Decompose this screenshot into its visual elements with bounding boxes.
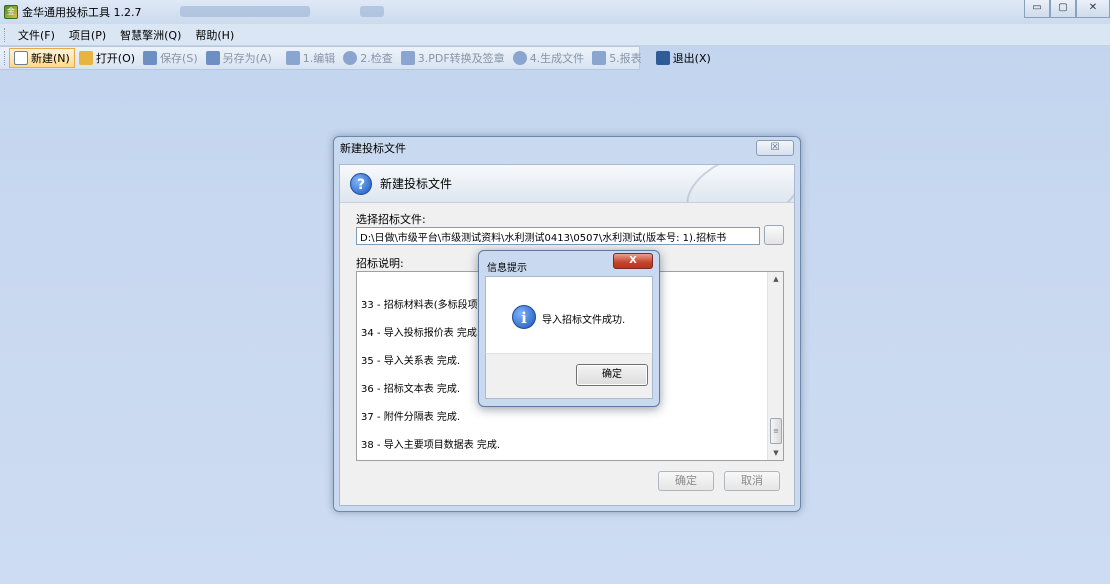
popup-body: i 导入招标文件成功. <box>485 276 653 353</box>
pdf-convert-icon <box>400 51 415 65</box>
dialog-close-button[interactable]: ☒ <box>756 140 794 156</box>
new-file-icon <box>14 51 28 65</box>
scroll-up-arrow-icon[interactable]: ▲ <box>768 272 783 286</box>
save-as-icon <box>205 51 220 65</box>
exit-button-label: 退出(X) <box>672 52 711 65</box>
select-file-label: 选择招标文件: <box>356 213 426 226</box>
log-line: 38 - 导入主要项目数据表 完成. <box>361 440 501 451</box>
save-as-button[interactable]: 另存为(A) <box>202 48 276 68</box>
log-line: 35 - 导入关系表 完成. <box>361 356 461 367</box>
exit-door-icon <box>655 51 670 65</box>
browse-button[interactable] <box>764 225 784 245</box>
decorative-swoosh <box>675 165 794 202</box>
dialog-cancel-button[interactable]: 取消 <box>724 471 780 491</box>
menu-help[interactable]: 帮助(H) <box>188 27 241 43</box>
generate-file-button[interactable]: 4.生成文件 <box>509 48 589 68</box>
save-button-label: 保存(S) <box>160 52 198 65</box>
save-disk-icon <box>143 51 158 65</box>
banner-title: 新建投标文件 <box>380 177 453 191</box>
window-titlebar: 金 金华通用投标工具 1.2.7 ▭ ▢ ✕ <box>0 0 1110 24</box>
bid-description-label: 招标说明: <box>356 257 404 270</box>
open-button-label: 打开(O) <box>95 52 136 65</box>
scroll-down-arrow-icon[interactable]: ▼ <box>768 446 783 460</box>
grip-handle[interactable] <box>4 27 7 42</box>
menu-smart[interactable]: 智慧擎洲(Q) <box>113 27 188 43</box>
check-button[interactable]: 2.检查 <box>339 48 397 68</box>
save-button[interactable]: 保存(S) <box>139 48 202 68</box>
check-magnifier-icon <box>343 51 358 65</box>
check-button-label: 2.检查 <box>360 52 393 65</box>
popup-close-button[interactable]: X <box>613 253 653 269</box>
grip-handle[interactable] <box>4 51 5 65</box>
log-line: 37 - 附件分隔表 完成. <box>361 412 461 423</box>
save-as-button-label: 另存为(A) <box>222 52 272 65</box>
info-message-box: 信息提示 X i 导入招标文件成功. 确定 <box>478 250 660 407</box>
popup-message: 导入招标文件成功. <box>542 315 626 326</box>
open-button[interactable]: 打开(O) <box>75 48 139 68</box>
dialog-titlebar: 新建投标文件 ☒ <box>334 137 800 159</box>
edit-pencil-icon <box>285 51 300 65</box>
blurred-area <box>360 6 384 17</box>
report-button[interactable]: 5.报表 <box>588 48 646 68</box>
log-line: 36 - 招标文本表 完成. <box>361 384 461 395</box>
log-line: 34 - 导入投标报价表 完成. <box>361 328 481 339</box>
app-logo-icon: 金 <box>4 5 18 19</box>
info-icon: i <box>512 305 536 329</box>
dialog-ok-button[interactable]: 确定 <box>658 471 714 491</box>
edit-button-label: 1.编辑 <box>302 52 336 65</box>
printer-icon <box>592 51 607 65</box>
folder-open-icon <box>78 51 93 65</box>
toolbar: 新建(N) 打开(O) 保存(S) 另存为(A) 1.编辑 2.检查 3.PDF… <box>0 46 711 70</box>
maximize-button[interactable]: ▢ <box>1050 0 1076 18</box>
log-line: 33 - 招标材料表(多标段项目 <box>361 300 488 311</box>
new-button-label: 新建(N) <box>31 52 70 65</box>
bid-file-path-input[interactable] <box>356 227 760 245</box>
new-button[interactable]: 新建(N) <box>9 48 75 68</box>
menu-file[interactable]: 文件(F) <box>11 27 62 43</box>
exit-button[interactable]: 退出(X) <box>652 48 715 68</box>
pdf-sign-button[interactable]: 3.PDF转换及签章 <box>397 48 509 68</box>
generate-icon <box>512 51 527 65</box>
pdf-sign-button-label: 3.PDF转换及签章 <box>417 52 505 65</box>
menu-project[interactable]: 项目(P) <box>62 27 113 43</box>
popup-footer: 确定 <box>485 353 653 399</box>
window-title: 金华通用投标工具 1.2.7 <box>22 6 142 19</box>
menu-bar: 文件(F) 项目(P) 智慧擎洲(Q) 帮助(H) <box>0 24 1110 46</box>
question-icon: ? <box>350 172 372 195</box>
generate-button-label: 4.生成文件 <box>529 52 585 65</box>
dialog-banner: ? 新建投标文件 <box>340 165 794 203</box>
report-button-label: 5.报表 <box>609 52 642 65</box>
edit-button[interactable]: 1.编辑 <box>282 48 340 68</box>
popup-title: 信息提示 <box>487 263 527 274</box>
dialog-title: 新建投标文件 <box>340 142 406 155</box>
minimize-button[interactable]: ▭ <box>1024 0 1050 18</box>
scroll-thumb[interactable]: ≡ <box>770 418 782 444</box>
window-controls: ▭ ▢ ✕ <box>1024 0 1110 20</box>
blurred-area <box>180 6 310 17</box>
popup-ok-button[interactable]: 确定 <box>576 364 648 386</box>
log-scrollbar[interactable]: ▲ ≡ ▼ <box>767 272 783 460</box>
close-window-button[interactable]: ✕ <box>1076 0 1110 18</box>
